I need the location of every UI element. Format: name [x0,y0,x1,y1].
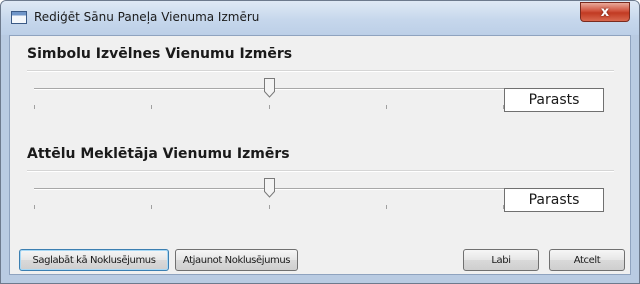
save-as-default-button[interactable]: Saglabāt kā Noklusējumus [19,249,169,271]
slider-tick [269,105,270,109]
ok-button[interactable]: Labi [463,249,539,271]
images-group-divider [27,170,614,172]
slider-tick [386,105,387,109]
dialog-client-area: Simbolu Izvēlnes Vienumu Izmērs Parasts … [9,35,631,275]
slider-tick [34,205,35,209]
slider-tick [386,205,387,209]
images-size-slider[interactable] [34,178,504,218]
window-title: Rediģēt Sānu Paneļa Vienuma Izmēru [34,10,260,24]
symbols-size-label: Simbolu Izvēlnes Vienumu Izmērs [27,46,293,62]
slider-tick [151,105,152,109]
slider-thumb[interactable] [264,178,275,198]
slider-tick [269,205,270,209]
cancel-button[interactable]: Atcelt [549,249,625,271]
slider-tick [34,105,35,109]
symbols-group-divider [27,70,614,72]
slider-thumb[interactable] [264,78,275,98]
symbols-size-value: Parasts [504,88,604,112]
images-size-label: Attēlu Meklētāja Vienumu Izmērs [27,146,290,162]
images-size-value: Parasts [504,188,604,212]
restore-defaults-button[interactable]: Atjaunot Noklusējumus [175,249,298,271]
title-bar[interactable]: Rediģēt Sānu Paneļa Vienuma Izmēru x [1,1,639,35]
close-button[interactable]: x [580,2,630,22]
window-app-icon [11,11,27,24]
close-icon: x [600,4,610,20]
symbols-size-slider[interactable] [34,78,504,118]
slider-tick [151,205,152,209]
dialog-window: Rediģēt Sānu Paneļa Vienuma Izmēru x Sim… [0,0,640,284]
